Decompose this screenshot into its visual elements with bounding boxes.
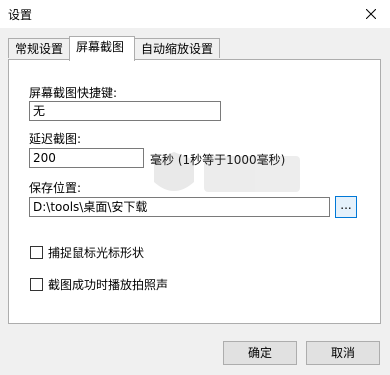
window-title: 设置	[8, 8, 33, 22]
delay-unit-label: 毫秒 (1秒等于1000毫秒)	[150, 153, 286, 167]
capture-cursor-label[interactable]: 捕捉鼠标光标形状	[48, 244, 144, 261]
browse-button[interactable]: ...	[335, 196, 357, 218]
close-icon	[366, 9, 376, 19]
hotkey-field[interactable]: 无	[29, 101, 221, 121]
play-sound-label[interactable]: 截图成功时播放拍照声	[48, 276, 168, 293]
hotkey-label: 屏幕截图快捷键:	[29, 86, 118, 100]
ok-button[interactable]: 确定	[223, 341, 297, 365]
delay-field[interactable]: 200	[29, 148, 144, 168]
delay-label: 延迟截图:	[29, 132, 82, 146]
title-bar: 设置	[0, 0, 390, 28]
close-button[interactable]	[352, 0, 390, 28]
save-path-field[interactable]: D:\tools\桌面\安下载	[29, 197, 330, 217]
tab-general[interactable]: 常规设置	[8, 38, 70, 58]
tab-auto-zoom[interactable]: 自动缩放设置	[134, 38, 220, 58]
tab-screenshot[interactable]: 屏幕截图	[69, 36, 135, 61]
cancel-button[interactable]: 取消	[306, 341, 380, 365]
play-sound-checkbox[interactable]	[30, 278, 43, 291]
capture-cursor-checkbox[interactable]	[30, 246, 43, 259]
save-location-label: 保存位置:	[29, 181, 82, 195]
tab-panel-screenshot: 屏幕截图快捷键: 无 延迟截图: 200 毫秒 (1秒等于1000毫秒) 保存位…	[8, 59, 381, 324]
